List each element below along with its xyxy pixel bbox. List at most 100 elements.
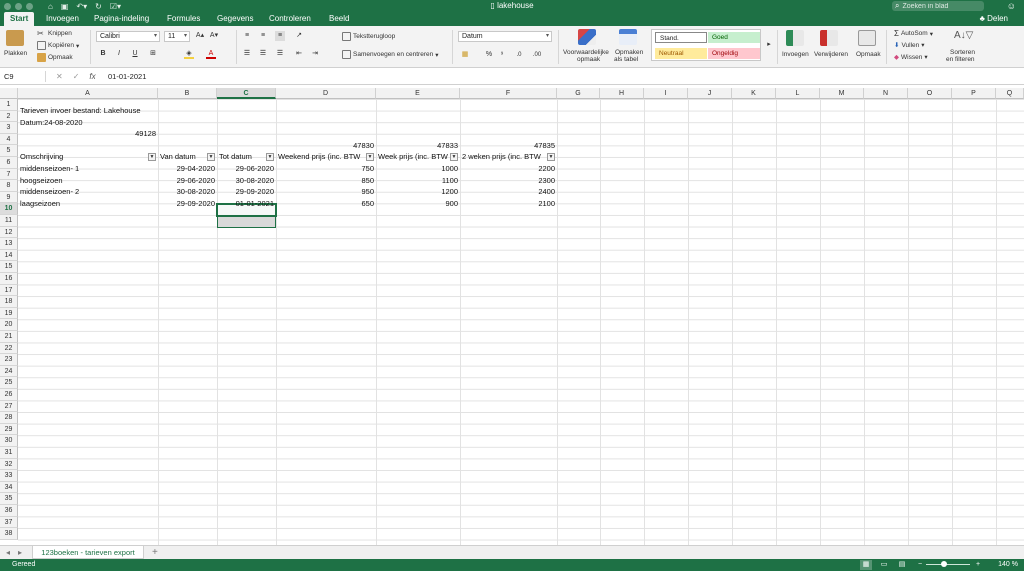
align-left-icon[interactable]: ☰ [242, 49, 252, 59]
format-as-table-label-1[interactable]: Opmaken [615, 49, 643, 56]
column-header-e[interactable]: E [376, 88, 460, 99]
fill-button[interactable]: ⬇ Vullen ▾ [894, 41, 925, 50]
share-button[interactable]: ♣ Delen [980, 12, 1008, 26]
autosum-button[interactable]: Σ AutoSom ▾ [894, 29, 933, 38]
format-as-table-icon[interactable] [619, 29, 637, 45]
redo-icon[interactable]: ↻ [95, 2, 102, 11]
row-header[interactable]: 9 [0, 191, 18, 204]
conditional-formatting-label-2[interactable]: opmaak [577, 56, 600, 63]
tab-page-layout[interactable]: Pagina-indeling [88, 12, 155, 26]
tab-formulas[interactable]: Formules [161, 12, 206, 26]
cell-to[interactable]: 01-01-2021 [217, 198, 276, 210]
format-cells-icon[interactable] [858, 30, 876, 46]
comma-icon[interactable]: ⁹ [497, 50, 507, 60]
cell-a2[interactable]: Datum:24-08-2020 [18, 117, 158, 129]
increase-decimal-icon[interactable]: .0 [514, 50, 524, 60]
format-painter-button[interactable]: Opmaak [37, 53, 73, 62]
column-header-f[interactable]: F [460, 88, 557, 99]
row-header[interactable]: 17 [0, 284, 18, 297]
sheet-tab[interactable]: 123boeken - tarieven export [32, 546, 144, 559]
row-header[interactable]: 6 [0, 157, 18, 169]
cell-two-weeks[interactable]: 2100 [460, 198, 557, 210]
row-header[interactable]: 18 [0, 296, 18, 308]
filter-dropdown-icon[interactable]: ▼ [547, 153, 555, 162]
cell-from[interactable]: 29-04-2020 [158, 163, 217, 175]
format-cells-label[interactable]: Opmaak [856, 51, 881, 58]
bold-button[interactable]: B [98, 49, 108, 59]
cut-button[interactable]: ✂ Knippen [37, 29, 72, 38]
borders-icon[interactable]: ⊞ [148, 49, 158, 59]
column-header-i[interactable]: I [644, 88, 688, 99]
indent-decrease-icon[interactable]: ⇤ [294, 49, 304, 59]
row-header[interactable]: 4 [0, 133, 18, 146]
filter-dropdown-icon[interactable]: ▼ [148, 153, 156, 162]
row-header[interactable]: 21 [0, 331, 18, 343]
tab-insert[interactable]: Invoegen [40, 12, 85, 26]
chevron-right-icon[interactable]: ▸ [764, 40, 774, 50]
align-right-icon[interactable]: ☰ [275, 49, 285, 59]
search-input[interactable] [902, 2, 981, 10]
column-header-n[interactable]: N [864, 88, 908, 99]
row-header[interactable]: 35 [0, 493, 18, 505]
column-header-d[interactable]: D [276, 88, 376, 99]
column-header-p[interactable]: P [952, 88, 996, 99]
tab-review[interactable]: Controleren [263, 12, 317, 26]
column-header-m[interactable]: M [820, 88, 864, 99]
font-size-select[interactable]: 11 ▾ [164, 31, 190, 42]
cell-week[interactable]: 900 [376, 198, 460, 210]
name-box[interactable]: C9 [2, 71, 46, 82]
zoom-slider[interactable] [926, 564, 970, 565]
row-header[interactable]: 19 [0, 307, 18, 320]
row-header[interactable]: 29 [0, 423, 18, 436]
select-all-corner[interactable] [0, 88, 18, 99]
tab-view[interactable]: Beeld [323, 12, 355, 26]
cell-two-weeks[interactable]: 2400 [460, 186, 557, 198]
cell-e5[interactable]: Week prijs (inc. BTW [376, 151, 460, 163]
column-header-c[interactable]: C [217, 88, 276, 99]
insert-cells-icon[interactable] [786, 30, 804, 46]
sort-filter-icon[interactable]: A↓▽ [954, 30, 973, 46]
row-header[interactable]: 28 [0, 412, 18, 424]
clear-button[interactable]: ◆ Wissen ▾ [894, 53, 928, 62]
zoom-in-button[interactable]: + [972, 560, 984, 570]
style-bad[interactable]: Ongeldig [708, 48, 760, 59]
delete-cells-icon[interactable] [820, 30, 838, 46]
cancel-icon[interactable]: ✕ [56, 71, 63, 82]
row-header[interactable]: 5 [0, 145, 18, 157]
fill-color-icon[interactable]: ◈ [184, 49, 194, 59]
zoom-slider-handle[interactable] [941, 561, 947, 567]
row-header[interactable]: 26 [0, 389, 18, 401]
cell-to[interactable]: 29-09-2020 [217, 186, 276, 198]
row-header[interactable]: 22 [0, 342, 18, 355]
row-header[interactable]: 33 [0, 470, 18, 482]
underline-button[interactable]: U [130, 49, 140, 59]
row-header[interactable]: 7 [0, 168, 18, 181]
cell-desc[interactable]: middenseizoen- 2 [18, 186, 158, 198]
feedback-icon[interactable]: ☺ [1007, 0, 1016, 12]
zoom-out-button[interactable]: − [914, 560, 926, 570]
home-icon[interactable]: ⌂ [48, 2, 53, 11]
style-standard[interactable]: Stand. [655, 32, 707, 43]
row-header[interactable]: 2 [0, 110, 18, 123]
cell-from[interactable]: 29-06-2020 [158, 175, 217, 187]
filter-dropdown-icon[interactable]: ▼ [450, 153, 458, 162]
cell-to[interactable]: 29-06-2020 [217, 163, 276, 175]
insert-cells-label[interactable]: Invoegen [782, 51, 809, 58]
row-header[interactable]: 37 [0, 516, 18, 529]
percent-button[interactable]: % [484, 50, 494, 60]
cell-desc[interactable]: hoogseizoen [18, 175, 158, 187]
tab-start[interactable]: Start [4, 12, 35, 26]
cell-two-weeks[interactable]: 2200 [460, 163, 557, 175]
zoom-level[interactable]: 140 % [998, 559, 1018, 571]
sort-filter-label-1[interactable]: Sorteren [950, 49, 975, 56]
cell-f4[interactable]: 47835 [460, 140, 557, 152]
delete-cells-label[interactable]: Verwijderen [814, 51, 848, 58]
align-center-icon[interactable]: ☰ [258, 49, 268, 59]
search-box[interactable]: ⌕ [892, 1, 984, 11]
row-header[interactable]: 36 [0, 505, 18, 517]
indent-increase-icon[interactable]: ⇥ [310, 49, 320, 59]
cell-week[interactable]: 1000 [376, 163, 460, 175]
function-icon[interactable]: fx [89, 71, 95, 82]
paste-label[interactable]: Plakken [4, 50, 27, 57]
row-header[interactable]: 3 [0, 122, 18, 134]
